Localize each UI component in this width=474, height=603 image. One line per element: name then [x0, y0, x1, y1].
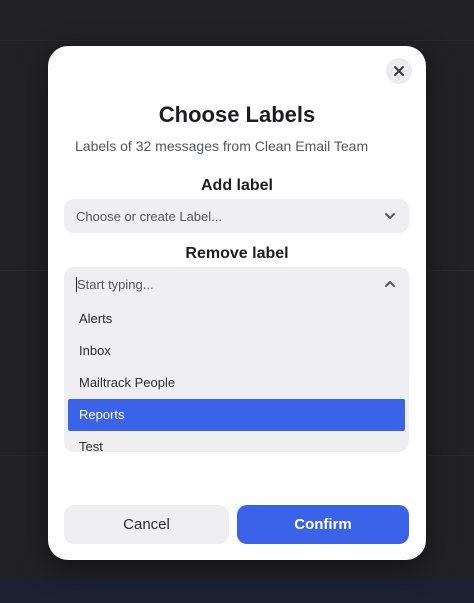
- remove-label-search-row: [64, 267, 409, 301]
- remove-label-options: Alerts Inbox Mailtrack People Reports Te…: [64, 303, 409, 452]
- dialog-subtitle: Labels of 32 messages from Clean Email T…: [75, 138, 369, 154]
- dialog-title: Choose Labels: [158, 102, 316, 127]
- add-label-select[interactable]: Choose or create Label...: [64, 199, 409, 233]
- option-reports[interactable]: Reports: [68, 399, 405, 431]
- close-button[interactable]: [386, 58, 412, 84]
- backdrop-divider: [0, 40, 474, 41]
- remove-label-search-input[interactable]: [76, 276, 383, 292]
- option-mailtrack-people[interactable]: Mailtrack People: [68, 367, 405, 399]
- remove-label-heading: Remove label: [185, 245, 289, 262]
- backdrop-footer-bar: [0, 577, 474, 603]
- confirm-button[interactable]: Confirm: [237, 505, 409, 544]
- choose-labels-dialog: Choose Labels Labels of 32 messages from…: [48, 46, 426, 560]
- cancel-button[interactable]: Cancel: [64, 505, 229, 544]
- chevron-up-icon[interactable]: [383, 277, 397, 291]
- add-label-heading: Add label: [200, 177, 273, 194]
- option-test[interactable]: Test: [68, 431, 405, 452]
- option-alerts[interactable]: Alerts: [68, 303, 405, 335]
- close-icon: [394, 66, 404, 76]
- add-label-placeholder: Choose or create Label...: [76, 208, 222, 224]
- option-inbox[interactable]: Inbox: [68, 335, 405, 367]
- remove-label-dropdown: Alerts Inbox Mailtrack People Reports Te…: [64, 267, 409, 452]
- chevron-down-icon: [385, 213, 395, 219]
